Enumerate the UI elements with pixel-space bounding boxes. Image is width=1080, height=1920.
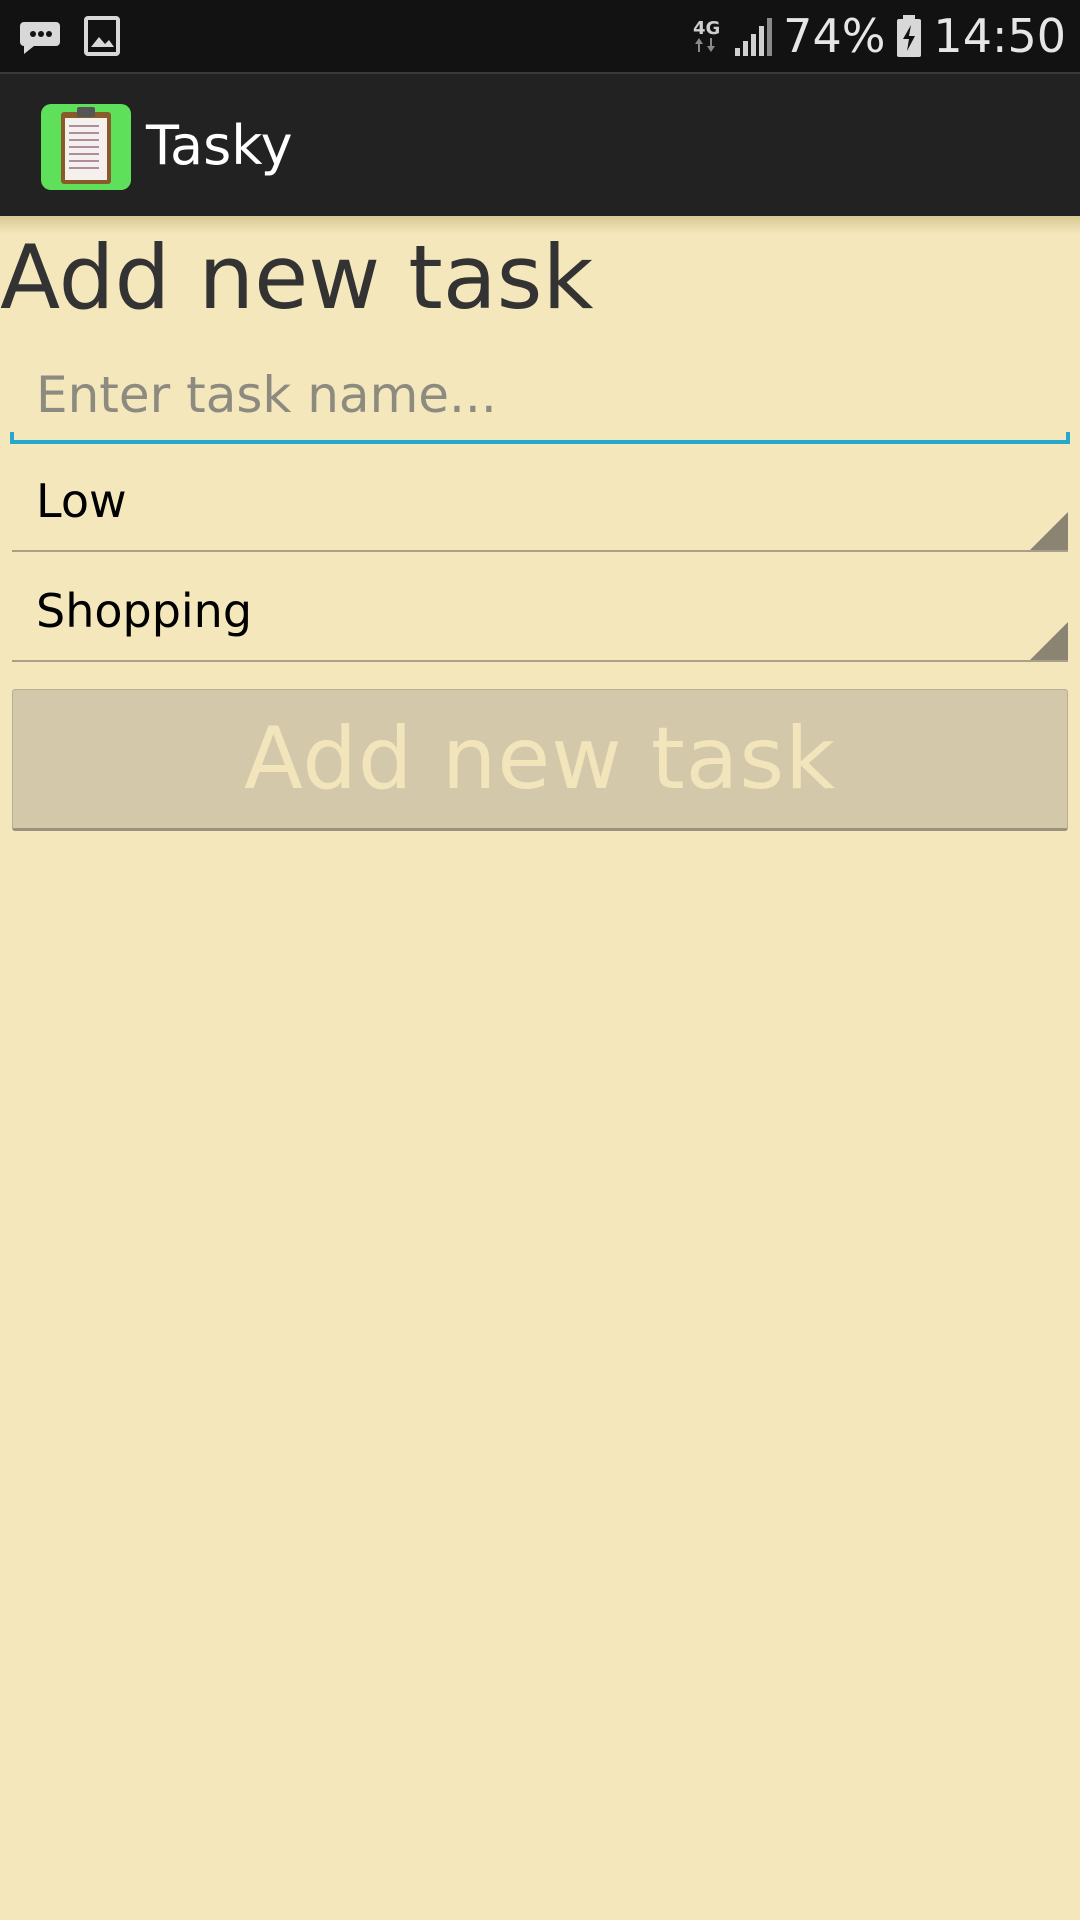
task-name-input[interactable] [12,346,1068,444]
category-spinner[interactable]: Shopping [12,562,1068,662]
battery-percentage: 74% [783,9,886,63]
input-underline-right [1066,432,1070,444]
clipboard-app-icon[interactable] [41,104,131,190]
input-underline [10,440,1070,444]
dropdown-arrow-icon [1030,622,1068,660]
priority-selected: Low [36,474,127,528]
image-icon [84,16,120,56]
page-title: Add new task [0,226,594,329]
clock: 14:50 [933,9,1066,63]
network-4g-icon: 4G [693,18,720,52]
priority-spinner[interactable]: Low [12,452,1068,552]
category-selected: Shopping [36,584,253,638]
svg-text:4G: 4G [693,18,720,39]
app-title: Tasky [146,114,293,177]
status-bar: 4G 74% 14:50 [0,0,1080,72]
dropdown-arrow-icon [1030,512,1068,550]
signal-icon [735,18,773,56]
add-task-button[interactable]: Add new task [12,689,1068,831]
message-icon [20,22,60,54]
status-right-group: 4G 74% 14:50 [691,0,1066,72]
action-bar: Tasky [0,72,1080,216]
battery-charging-icon [897,15,922,57]
